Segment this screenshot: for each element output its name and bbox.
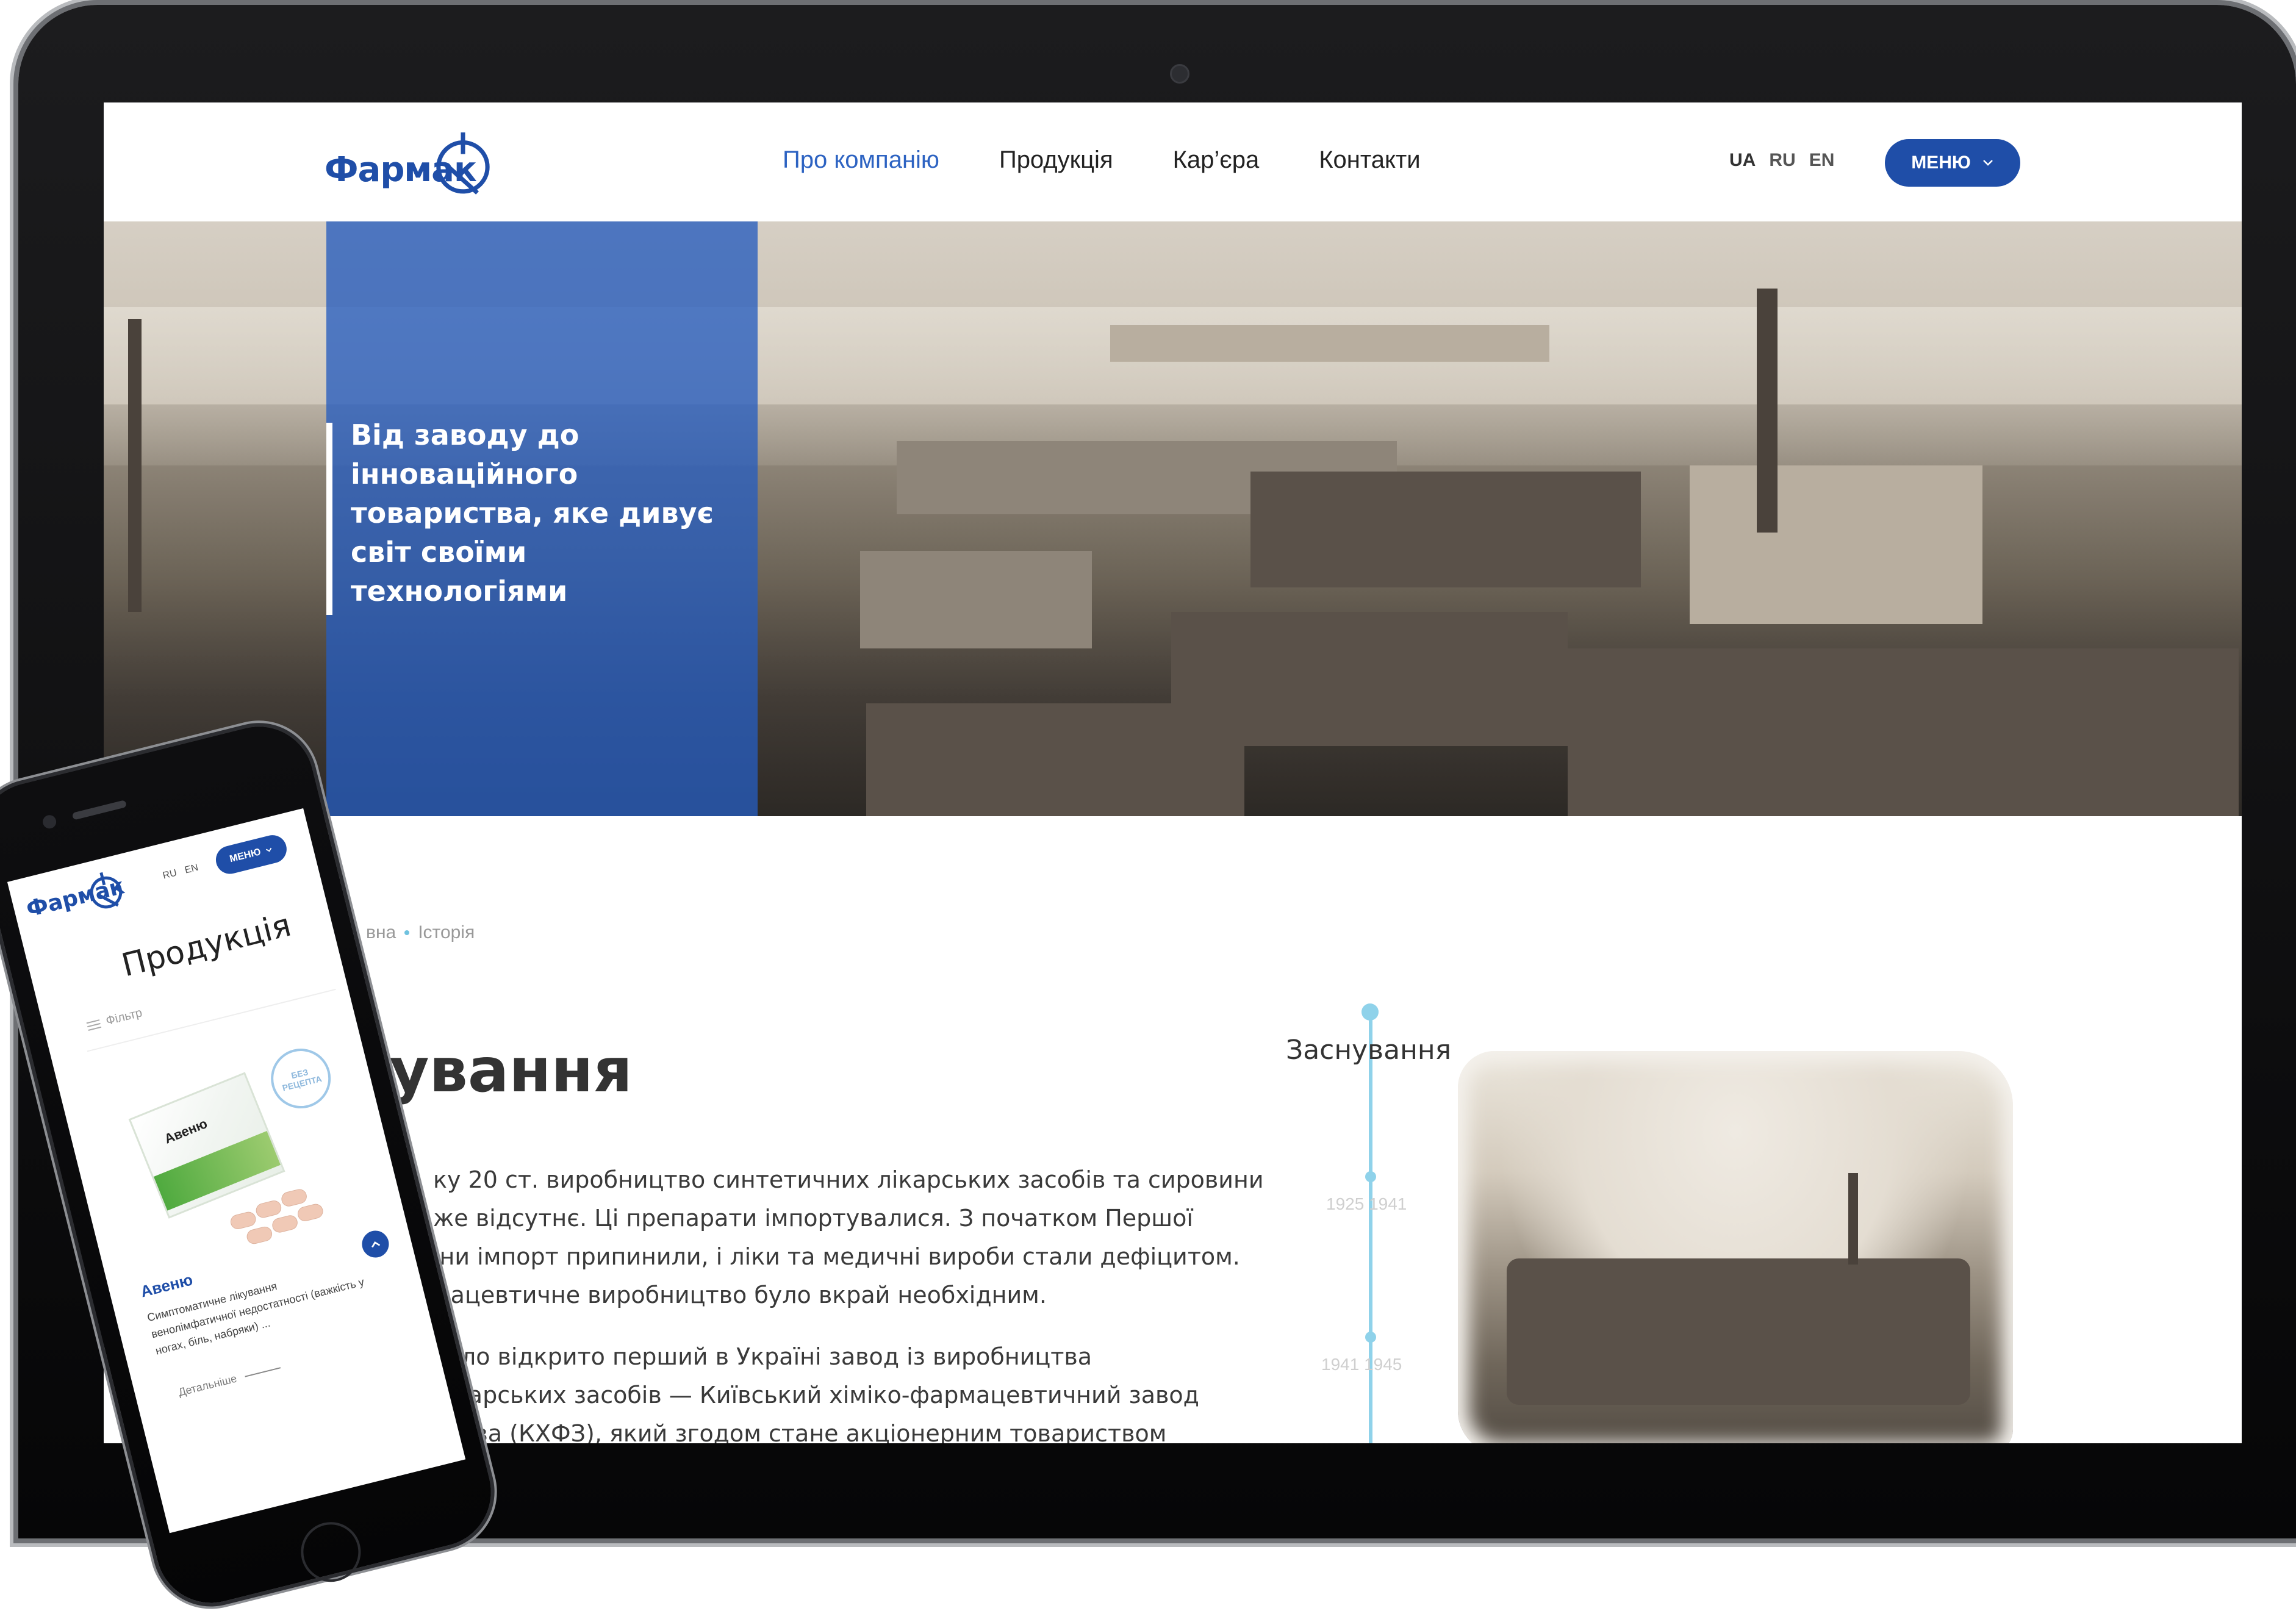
otc-badge: БЕЗ РЕЦЕПТА	[264, 1042, 337, 1115]
site-header: Фармак Про компанію Продукція Кар’єра Ко…	[104, 102, 2242, 221]
photo-building	[1110, 325, 1549, 362]
nav-products[interactable]: Продукція	[999, 146, 1113, 174]
pill-image	[279, 1187, 309, 1208]
phone-filter[interactable]: Фільтр	[85, 1006, 143, 1033]
camera-icon	[1170, 64, 1189, 84]
main-nav: Про компанію Продукція Кар’єра Контакти	[783, 146, 1480, 174]
phone-lang-ru[interactable]: RU	[162, 868, 178, 882]
timeline-dot-active[interactable]	[1361, 1003, 1379, 1021]
lang-en[interactable]: EN	[1809, 150, 1835, 171]
photo-pole	[128, 319, 142, 612]
pill-image	[296, 1202, 325, 1223]
phone-logo-ring-icon	[90, 872, 123, 909]
pill-image	[254, 1199, 283, 1219]
pill-image	[229, 1210, 257, 1231]
photo-building	[860, 551, 1092, 648]
timeline-dot[interactable]	[1365, 1171, 1376, 1182]
nav-contacts[interactable]: Контакти	[1319, 146, 1420, 174]
phone-menu-label: МЕНЮ	[228, 847, 262, 865]
photo-chimney	[1848, 1173, 1858, 1265]
photo-building	[1690, 465, 1982, 624]
phone-language-switcher: RU EN	[162, 863, 199, 882]
photo-town	[1507, 1258, 1970, 1405]
pill-image	[270, 1213, 300, 1235]
photo-chimney	[1757, 289, 1778, 533]
filter-icon	[86, 1019, 102, 1031]
menu-button[interactable]: МЕНЮ	[1885, 139, 2020, 187]
phone-page-title: Продукція	[118, 906, 295, 985]
timeline-current-title: Заснування	[1286, 1035, 1452, 1066]
phone-menu-button[interactable]: МЕНЮ	[213, 832, 290, 877]
language-switcher: UA RU EN	[1729, 150, 1834, 171]
logo-ring-icon	[436, 132, 490, 195]
timeline-line	[1369, 1010, 1372, 1443]
timeline-dot[interactable]	[1365, 1332, 1376, 1343]
product-box-label: Авеню	[162, 1115, 210, 1147]
phone-camera-icon	[41, 813, 58, 830]
logo[interactable]: Фармак	[325, 121, 501, 212]
product-box-image: Авеню	[128, 1072, 285, 1219]
photo-building	[1568, 648, 2239, 816]
phone-lang-en[interactable]: EN	[184, 863, 199, 877]
chevron-down-icon	[265, 847, 272, 852]
lang-ru[interactable]: RU	[1769, 150, 1795, 171]
phone-filter-label: Фільтр	[104, 1006, 144, 1028]
photo-building	[1250, 472, 1641, 587]
menu-button-label: МЕНЮ	[1911, 153, 1971, 173]
timeline-period-1[interactable]: 1925 1941	[1326, 1194, 1407, 1214]
pill-image	[245, 1225, 274, 1246]
chevron-up-icon	[371, 1241, 381, 1248]
timeline-period-2[interactable]: 1941 1945	[1321, 1355, 1402, 1374]
nav-about[interactable]: Про компанію	[783, 146, 939, 174]
hero-accent-bar	[326, 423, 332, 615]
nav-career[interactable]: Кар’єра	[1173, 146, 1260, 174]
historic-photo	[1458, 1051, 2013, 1443]
photo-building	[866, 703, 1244, 816]
hero-heading: Від заводу до інноваційного товариства, …	[351, 418, 714, 608]
phone-home-button[interactable]	[294, 1515, 367, 1588]
chevron-down-icon	[1982, 160, 1993, 166]
lang-ua[interactable]: UA	[1729, 150, 1756, 171]
phone-speaker	[71, 800, 127, 820]
